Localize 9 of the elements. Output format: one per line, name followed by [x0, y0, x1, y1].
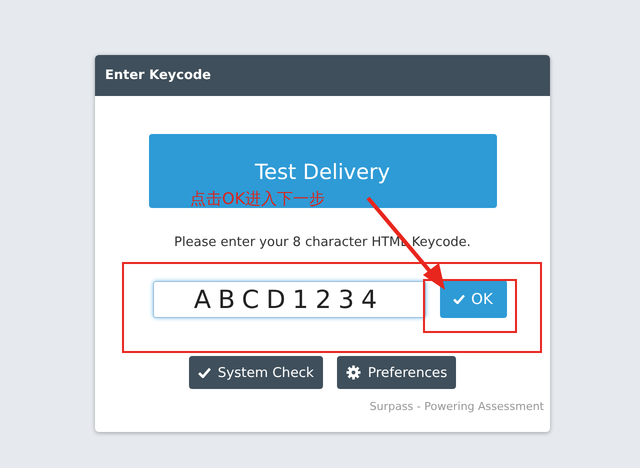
preferences-button[interactable]: Preferences — [336, 356, 456, 389]
footer-text: Surpass - Powering Assessment — [370, 400, 544, 413]
dialog-title: Enter Keycode — [105, 68, 211, 83]
check-icon — [453, 294, 466, 304]
keycode-field[interactable]: ABCD1234 — [152, 280, 426, 318]
settings-icon — [346, 365, 361, 380]
check-icon — [198, 367, 211, 378]
system-check-button[interactable]: System Check — [188, 356, 323, 389]
annotation-text: 点击OK进入下一步 — [190, 189, 326, 210]
